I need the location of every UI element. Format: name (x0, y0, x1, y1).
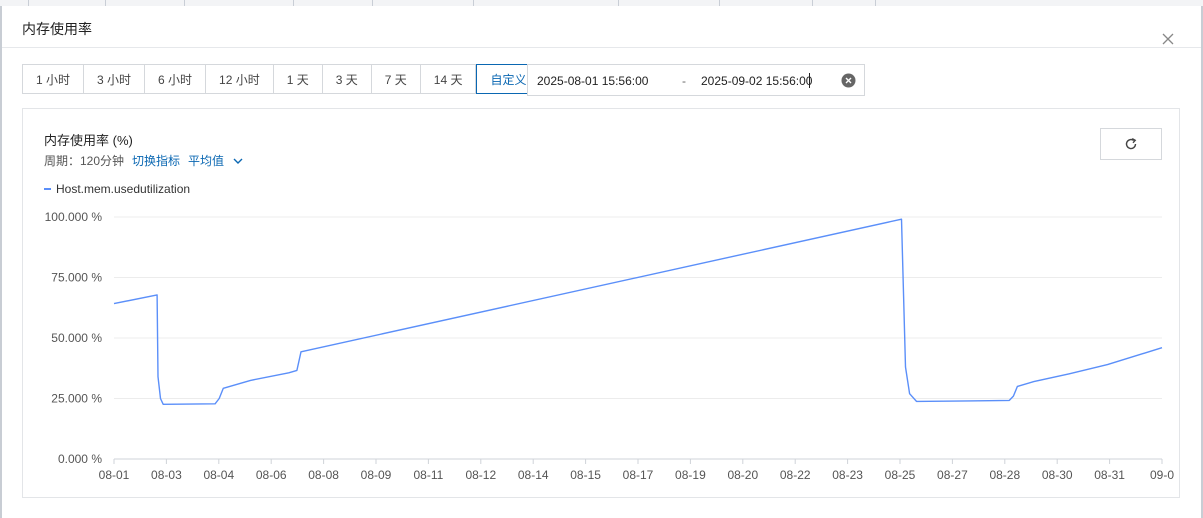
x-tick-label: 08-28 (989, 468, 1020, 482)
x-tick-label: 08-20 (727, 468, 758, 482)
y-tick-label: 100.000 % (45, 210, 103, 224)
date-range-picker[interactable]: 2025-08-01 15:56:00 - 2025-09-02 15:56:0… (527, 64, 865, 96)
close-icon[interactable] (1162, 33, 1178, 49)
time-range-button[interactable]: 3 天 (322, 64, 372, 94)
x-tick-label: 08-11 (413, 468, 443, 482)
clear-icon[interactable] (841, 73, 856, 88)
dialog-title: 内存使用率 (22, 21, 92, 37)
y-tick-label: 75.000 % (51, 271, 102, 285)
x-tick-label: 08-06 (256, 468, 287, 482)
x-tick-label: 08-30 (1042, 468, 1073, 482)
time-range-button[interactable]: 12 小时 (206, 64, 274, 94)
date-range-end[interactable]: 2025-09-02 15:56:00 (701, 74, 812, 88)
time-range-button[interactable]: 14 天 (420, 64, 477, 94)
x-tick-label: 08-19 (675, 468, 706, 482)
x-tick-label: 08-23 (832, 468, 863, 482)
x-tick-label: 08-09 (361, 468, 392, 482)
x-tick-label: 08-25 (885, 468, 916, 482)
x-tick-label: 08-27 (937, 468, 968, 482)
y-tick-label: 0.000 % (58, 452, 102, 466)
time-range-selector: 1 小时 3 小时 6 小时 12 小时 1 天3 天7 天 14 天自定义 (22, 64, 541, 94)
x-tick-label: 08-08 (308, 468, 339, 482)
y-tick-label: 50.000 % (51, 331, 102, 345)
series-line-Host.mem.usedutilization (113, 218, 1163, 405)
chart-card: 内存使用率 (%) 周期：120分钟 切换指标 平均值 Host.mem.use… (22, 108, 1180, 498)
x-tick-label: 08-14 (518, 468, 549, 482)
x-tick-label: 08-15 (570, 468, 601, 482)
memory-usage-dialog: 内存使用率 1 小时 3 小时 6 小时 12 小时 1 天3 天7 天 14 天自定义 … (2, 6, 1201, 518)
time-range-button[interactable]: 1 天 (273, 64, 323, 94)
dialog-header: 内存使用率 (2, 6, 1201, 48)
y-tick-label: 25.000 % (51, 392, 102, 406)
time-range-button[interactable]: 6 小时 (145, 64, 207, 94)
time-range-button[interactable]: 3 小时 (84, 64, 146, 94)
line-chart: 100.000 % 75.000 % 50.000 % 25.000 % 0.000 %… (45, 210, 1175, 482)
text-caret (809, 73, 810, 88)
x-tick-label: 08-22 (780, 468, 811, 482)
date-range-separator: - (682, 74, 686, 88)
x-tick-label: 09-0 (1150, 468, 1174, 482)
x-tick-label: 08-12 (465, 468, 496, 482)
x-tick-label: 08-01 (99, 468, 130, 482)
x-tick-label: 08-17 (623, 468, 654, 482)
date-range-start[interactable]: 2025-08-01 15:56:00 (537, 74, 648, 88)
x-tick-label: 08-31 (1094, 468, 1125, 482)
x-tick-label: 08-03 (151, 468, 182, 482)
time-range-button[interactable]: 7 天 (371, 64, 421, 94)
time-range-button[interactable]: 1 小时 (22, 64, 85, 94)
x-tick-label: 08-04 (203, 468, 234, 482)
